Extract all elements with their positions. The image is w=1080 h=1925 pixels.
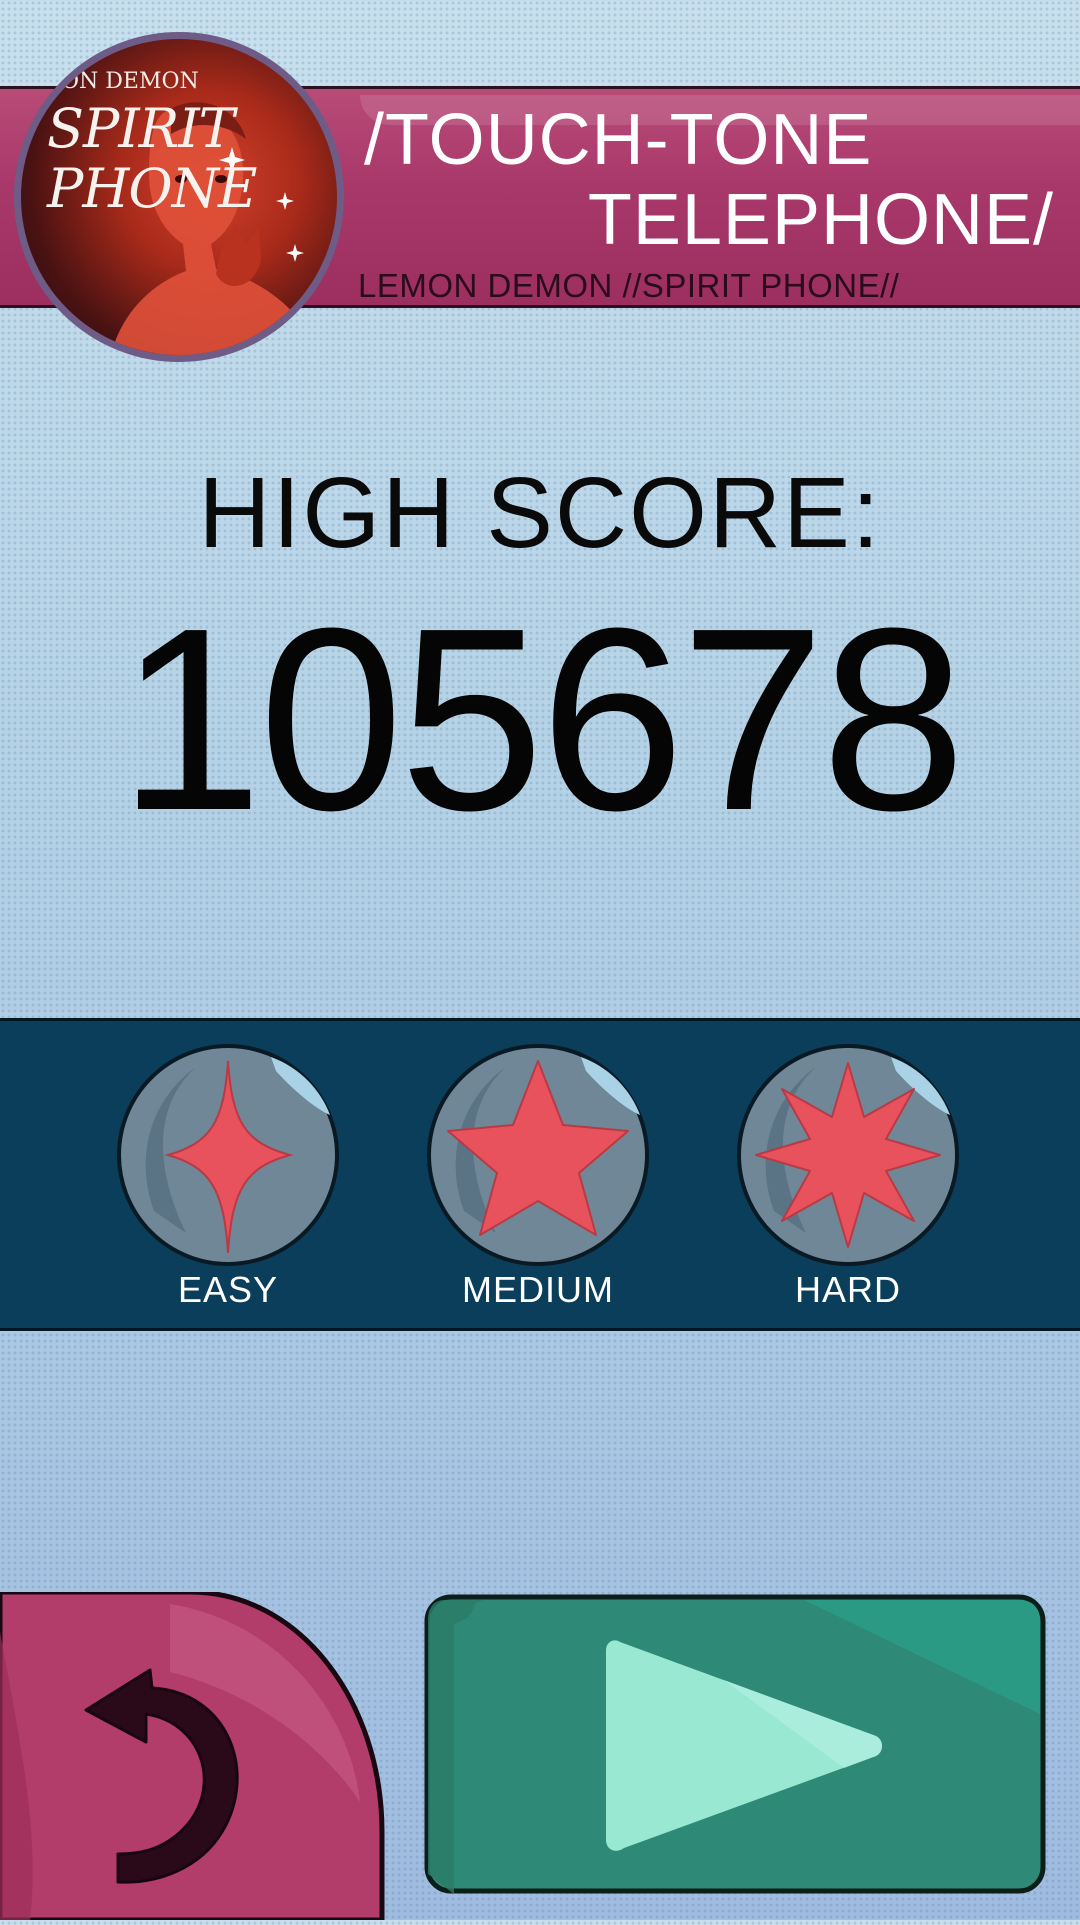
- song-title-line1: /TOUCH-TONE: [364, 100, 873, 180]
- album-title-line2: PHONE: [47, 157, 257, 220]
- album-artist-text: ON DEMON: [61, 69, 199, 94]
- back-button[interactable]: [0, 1589, 390, 1923]
- song-title-line2: TELEPHONE/: [587, 180, 1054, 260]
- difficulty-hard-label: HARD: [794, 1269, 901, 1310]
- artist-album-label: LEMON DEMON //SPIRIT PHONE//: [358, 267, 900, 304]
- play-button[interactable]: [424, 1594, 1046, 1894]
- difficulty-medium-button[interactable]: MEDIUM: [426, 1043, 650, 1323]
- high-score-value: 105678: [118, 575, 966, 865]
- eight-point-star-icon: [737, 1044, 959, 1266]
- difficulty-hard-button[interactable]: HARD: [736, 1043, 960, 1323]
- difficulty-medium-label: MEDIUM: [462, 1269, 614, 1310]
- difficulty-selector: EASY MEDIUM HARD: [0, 1018, 1080, 1331]
- album-title-line1: SPIRIT: [47, 97, 235, 160]
- high-score-label: HIGH SCORE:: [198, 457, 882, 569]
- difficulty-easy-label: EASY: [177, 1269, 279, 1310]
- play-icon: [424, 1594, 1046, 1894]
- difficulty-easy-button[interactable]: EASY: [116, 1043, 340, 1323]
- album-art: ON DEMON SPIRIT PHONE: [14, 32, 344, 362]
- five-point-star-icon: [427, 1044, 649, 1266]
- undo-arrow-icon: [0, 1589, 385, 1923]
- four-point-star-icon: [117, 1044, 339, 1266]
